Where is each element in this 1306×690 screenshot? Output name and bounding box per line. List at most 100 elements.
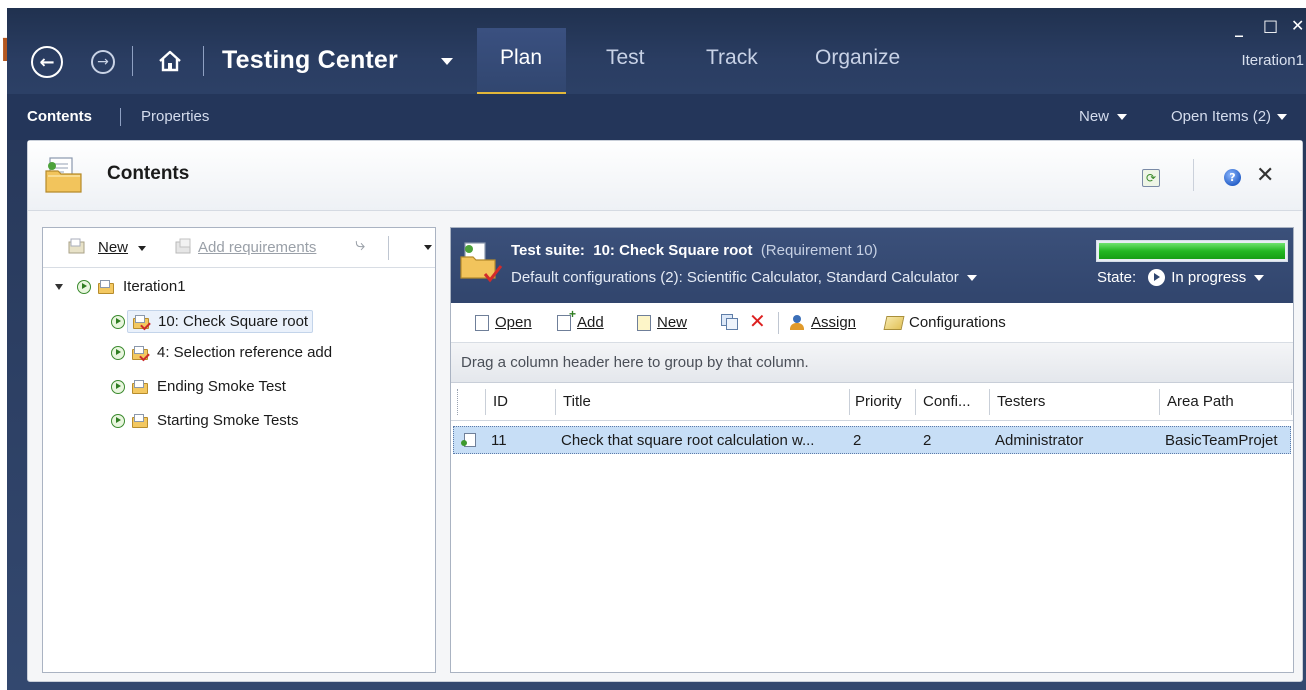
copy-button[interactable] [721, 314, 741, 330]
new-icon [637, 314, 651, 331]
open-items-button[interactable]: Open Items (2) [1171, 108, 1288, 125]
suite-state[interactable]: State: In progress [1097, 269, 1265, 286]
column-divider[interactable] [1159, 389, 1160, 415]
suite-name: 10: Check Square root [593, 242, 753, 259]
close-panel-icon[interactable]: ✕ [1256, 163, 1274, 188]
chevron-down-icon [1117, 114, 1128, 121]
app-title: Testing Center [222, 46, 398, 74]
folder-icon [97, 279, 115, 295]
delete-button[interactable]: ✕ [749, 311, 766, 331]
close-button[interactable]: ✕ [1291, 16, 1304, 35]
suite-header: Test suite: 10: Check Square root (Requi… [451, 228, 1293, 303]
column-header-title[interactable]: Title [563, 393, 591, 410]
tab-plan[interactable]: Plan [500, 46, 542, 70]
cell-id: 11 [491, 432, 507, 449]
add-button[interactable]: Add [557, 307, 604, 331]
column-header-testers[interactable]: Testers [997, 393, 1045, 410]
refresh-icon[interactable]: ⟳ [1142, 169, 1160, 187]
suite-status-icon [111, 413, 125, 428]
home-icon[interactable] [157, 48, 183, 74]
tree-item[interactable]: Starting Smoke Tests [111, 412, 298, 429]
back-icon[interactable]: ← [31, 46, 63, 78]
new-button[interactable]: New [637, 314, 687, 331]
suite-prefix: Test suite: [511, 242, 585, 259]
suite-status-icon [111, 345, 125, 360]
new-menu-button[interactable]: New [1079, 108, 1128, 125]
open-icon [475, 314, 489, 331]
tree-item[interactable]: 4: Selection reference add [111, 344, 332, 361]
chevron-down-icon [966, 275, 977, 282]
group-by-hint: Drag a column header here to group by th… [461, 354, 809, 371]
divider [388, 236, 389, 260]
group-by-bar[interactable]: Drag a column header here to group by th… [451, 343, 1293, 383]
link-icon[interactable]: ⤷ [355, 234, 365, 255]
assign-button[interactable]: Assign [788, 314, 856, 331]
help-icon[interactable]: ? [1224, 169, 1241, 186]
panel-title: Contents [107, 163, 190, 184]
divider [120, 108, 121, 126]
tree-item-selected: 10: Check Square root [127, 310, 314, 333]
add-icon [557, 307, 576, 331]
suite-status-icon [77, 279, 91, 294]
suite-status-icon [111, 379, 125, 394]
column-header-area-path[interactable]: Area Path [1167, 393, 1234, 410]
tree-item-label: Starting Smoke Tests [157, 412, 299, 429]
chevron-down-icon [138, 245, 147, 251]
open-button[interactable]: Open [475, 314, 532, 331]
column-divider[interactable] [849, 389, 850, 415]
chevron-down-icon [424, 244, 432, 250]
tree-item[interactable]: 10: Check Square root [111, 310, 314, 333]
maximize-button[interactable]: □ [1263, 16, 1278, 35]
tab-track[interactable]: Track [706, 46, 758, 70]
subnav-properties[interactable]: Properties [141, 108, 209, 125]
add-label: Add [577, 314, 604, 331]
test-case-toolbar: Open Add New ✕ [451, 303, 1293, 343]
suite-detail-pane: Test suite: 10: Check Square root (Requi… [450, 227, 1294, 673]
table-row[interactable]: 11 Check that square root calculation w.… [453, 426, 1291, 454]
configurations-button[interactable]: Configurations [883, 314, 1006, 331]
minimize-button[interactable]: _ [1235, 18, 1243, 37]
new-label: New [657, 314, 688, 331]
column-divider[interactable] [915, 389, 916, 415]
subnav-contents[interactable]: Contents [27, 108, 92, 125]
chevron-down-icon [1277, 114, 1288, 121]
suite-configurations-dropdown[interactable]: Default configurations (2): Scientific C… [511, 269, 977, 286]
folder-icon [131, 413, 149, 429]
forward-icon[interactable]: → [91, 50, 115, 74]
toolbar-overflow-button[interactable] [424, 238, 432, 255]
column-header-priority[interactable]: Priority [855, 393, 902, 410]
new-suite-button[interactable]: New [98, 239, 147, 256]
tab-test[interactable]: Test [606, 46, 645, 70]
assign-icon [788, 314, 806, 331]
contents-icon [45, 157, 82, 193]
state-value: In progress [1171, 269, 1247, 286]
cell-title: Check that square root calculation w... [561, 432, 815, 449]
row-header-grip[interactable] [457, 389, 459, 415]
tree-root[interactable]: Iteration1 [55, 278, 186, 295]
column-header-id[interactable]: ID [493, 393, 508, 410]
iteration-label[interactable]: Iteration1 [1241, 52, 1304, 69]
new-label: New [98, 239, 129, 256]
contents-panel: Contents ⟳ ? ✕ New Add requirements ⤷ It… [27, 140, 1303, 682]
column-divider[interactable] [485, 389, 486, 415]
chevron-down-icon [1254, 274, 1265, 281]
tree-item-label: 4: Selection reference add [157, 344, 333, 361]
open-label: Open [495, 314, 532, 331]
column-header-configurations[interactable]: Confi... [923, 393, 971, 410]
play-icon [1148, 269, 1166, 286]
open-items-label: Open Items (2) [1171, 108, 1272, 125]
app-menu-dropdown-icon[interactable] [441, 58, 453, 65]
divider [203, 46, 204, 76]
screen: n ← → Testing Center Plan Test Track Org… [0, 0, 1306, 690]
tab-organize[interactable]: Organize [815, 46, 900, 70]
column-divider[interactable] [989, 389, 990, 415]
suite-configurations: Default configurations (2): Scientific C… [511, 269, 959, 286]
test-case-icon [461, 433, 476, 447]
divider [132, 46, 133, 76]
tree-item[interactable]: Ending Smoke Test [111, 378, 286, 395]
column-divider[interactable] [555, 389, 556, 415]
new-suite-icon [67, 238, 87, 260]
column-divider[interactable] [1291, 389, 1292, 415]
collapse-icon[interactable] [55, 283, 63, 290]
add-requirements-button[interactable]: Add requirements [198, 239, 316, 256]
